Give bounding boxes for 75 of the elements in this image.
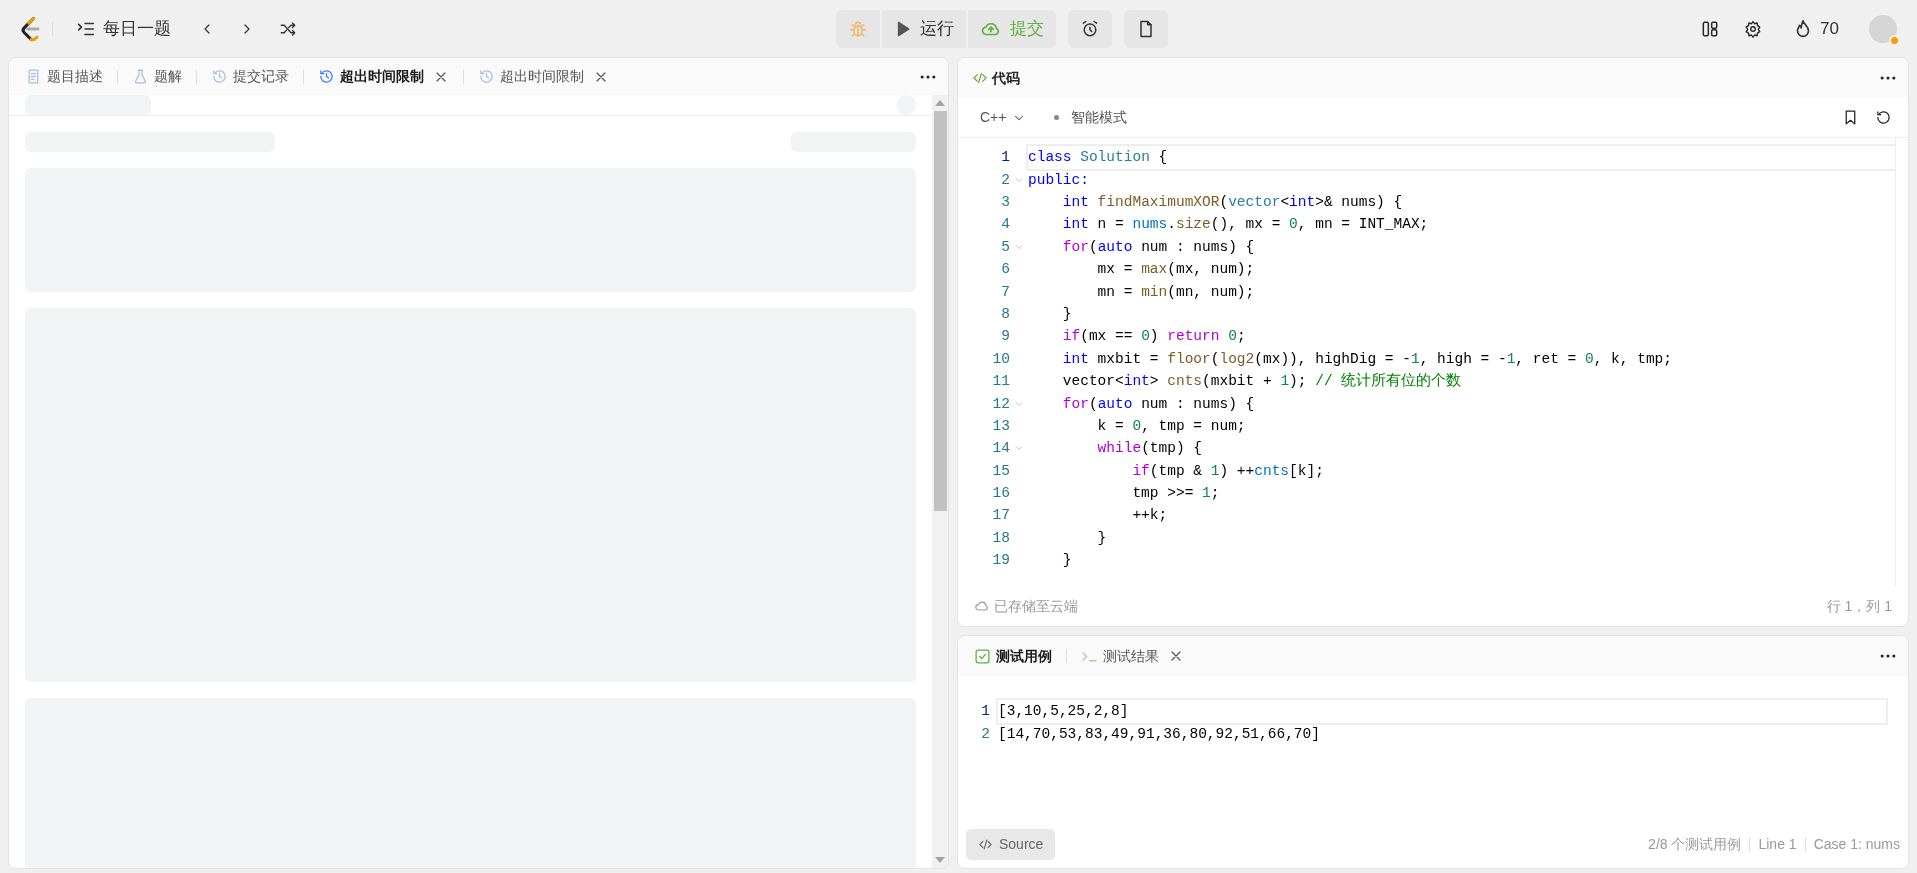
line-number: 3 <box>1000 193 1010 212</box>
code-line: for(auto num : nums) { <box>1061 394 1256 414</box>
run-button[interactable]: 运行 <box>881 9 966 48</box>
bullet-icon <box>1054 115 1060 121</box>
line-number: 19 <box>991 551 1010 571</box>
line-number: 1 <box>980 702 990 722</box>
clock-icon <box>318 68 335 86</box>
code-tab[interactable]: 代码 <box>968 67 1020 89</box>
line-number: 14 <box>991 439 1010 459</box>
test-input-line[interactable]: [3,10,5,25,2,8] <box>998 700 1886 723</box>
checkbox-icon <box>974 647 991 665</box>
status-text: Case 1: nums <box>1813 835 1900 854</box>
line-number: 15 <box>991 461 1010 481</box>
line-number: 9 <box>1000 327 1010 347</box>
notes-button[interactable] <box>1123 9 1168 48</box>
code-line: tmp >>= 1; <box>1131 484 1221 504</box>
code-line: mx = max(mx, num); <box>1096 260 1256 280</box>
code-line: public: <box>1028 170 1090 190</box>
code-line: if(tmp & 1) ++cnts[k]; <box>1131 461 1325 481</box>
clock-icon <box>211 68 228 86</box>
source-button[interactable]: Source <box>966 829 1056 860</box>
panel-tab[interactable]: 测试用例 <box>968 643 1058 669</box>
clock-icon <box>478 68 495 86</box>
line-number: 13 <box>991 416 1010 436</box>
code-line: int mxbit = floor(log2(mx)), highDig = -1, high = -1, ret = 0, k, tmp; <box>1061 349 1673 369</box>
avatar-badge-icon <box>1889 34 1900 46</box>
settings-icon[interactable] <box>1744 19 1763 38</box>
alarm-button[interactable] <box>1067 9 1112 48</box>
daily-question-button[interactable]: 每日一题 <box>69 11 177 46</box>
test-input-line[interactable]: [14,70,53,83,49,91,36,80,92,51,66,70] <box>998 722 1886 745</box>
line-number: 11 <box>991 372 1010 392</box>
code-line: ++k; <box>1131 506 1169 526</box>
code-line: int n = nums.size(), mx = 0, mn = INT_MAX; <box>1061 215 1430 235</box>
streak-button[interactable]: 70 <box>1786 11 1845 46</box>
code-line: vector<int> cnts(mxbit + 1); // 统计所有位的个数 <box>1061 371 1463 392</box>
panel-tab[interactable]: 超出时间限制 <box>312 64 455 90</box>
line-number: 10 <box>991 349 1010 369</box>
shuffle-icon <box>279 19 297 38</box>
smart-mode-button[interactable]: 智能模式 <box>1048 103 1134 133</box>
scrollbar[interactable] <box>932 95 948 868</box>
reset-icon[interactable] <box>1875 109 1892 127</box>
code-line: if(mx == 0) return 0; <box>1061 327 1247 347</box>
line-number: 4 <box>1000 215 1010 235</box>
panel-tab[interactable]: 超出时间限制 <box>472 64 615 90</box>
code-line: class Solution { <box>1028 146 1895 169</box>
code-line: } <box>1096 528 1108 548</box>
code-line: while(tmp) { <box>1096 439 1204 459</box>
line-number: 18 <box>991 528 1010 548</box>
code-line: } <box>1061 551 1073 571</box>
save-status: 已存储至云端 <box>974 595 1078 617</box>
status-text: 2/8 个测试用例 <box>1648 835 1742 854</box>
panel-tab[interactable]: 题解 <box>126 64 188 90</box>
code-line: int findMaximumXOR(vector<int>& nums) { <box>1061 193 1404 212</box>
status-text: Line 1 <box>1758 835 1797 854</box>
flask-icon <box>132 68 149 86</box>
code-line: mn = min(mn, num); <box>1096 282 1256 302</box>
line-number: 8 <box>1000 304 1010 324</box>
line-number: 6 <box>1000 260 1010 280</box>
panel-tab[interactable]: 测试结果 <box>1075 643 1190 669</box>
line-number: 16 <box>991 484 1010 504</box>
line-number: 2 <box>1000 170 1010 190</box>
line-number: 7 <box>1000 282 1010 302</box>
line-number: 12 <box>991 394 1010 414</box>
code-line: } <box>1061 304 1073 324</box>
code-line: k = 0, tmp = num; <box>1096 416 1247 436</box>
line-number: 17 <box>991 506 1010 526</box>
code-line: for(auto num : nums) { <box>1061 237 1256 257</box>
line-number: 5 <box>1000 237 1010 257</box>
language-dropdown[interactable]: C++ <box>974 103 1033 133</box>
line-number: 2 <box>980 724 990 744</box>
line-number: 1 <box>1000 148 1010 168</box>
cursor-position: 行 1，列 1 <box>1826 596 1892 616</box>
panel-tab[interactable]: 提交记录 <box>205 64 295 90</box>
panel-tab[interactable]: 题目描述 <box>19 64 109 90</box>
code-icon <box>978 837 993 852</box>
